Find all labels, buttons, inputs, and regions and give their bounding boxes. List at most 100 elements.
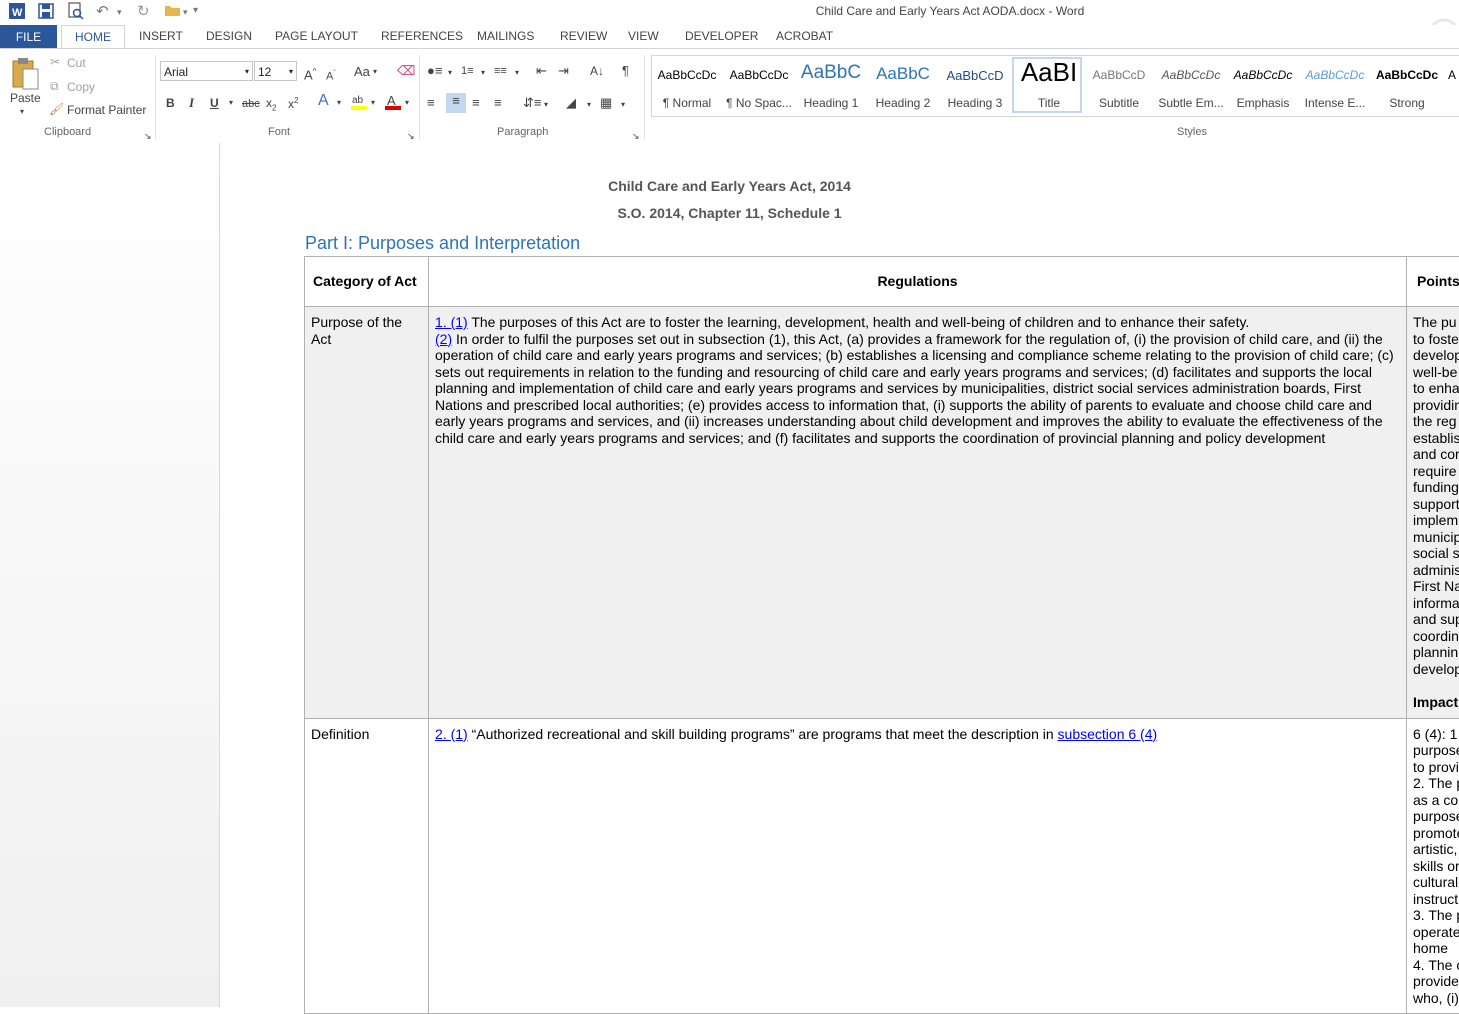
style-normal[interactable]: AaBbCcDc¶ Normal xyxy=(652,56,722,114)
numbering-icon[interactable]: 1≡ xyxy=(461,63,474,79)
decrease-indent-icon[interactable]: ⇤ xyxy=(536,63,547,79)
text-effects-icon[interactable]: A xyxy=(318,93,329,109)
align-right-icon[interactable]: ≡ xyxy=(472,95,480,111)
tab-mailings[interactable]: MAILINGS xyxy=(477,29,534,43)
paste-dropdown-icon[interactable]: ▾ xyxy=(20,107,24,116)
points-line: 4. The c xyxy=(1413,957,1459,974)
points-line: support xyxy=(1413,496,1459,513)
points-line: and cor xyxy=(1413,446,1459,463)
change-case-button[interactable]: Aa xyxy=(354,64,370,80)
tab-developer[interactable]: DEVELOPER xyxy=(685,29,758,43)
grow-font-icon[interactable]: A^ xyxy=(304,64,316,83)
align-left-icon[interactable]: ≡ xyxy=(427,95,435,111)
strikethrough-icon[interactable]: abc xyxy=(242,96,260,112)
superscript-icon[interactable]: x2 xyxy=(288,93,298,112)
points-line: require xyxy=(1413,463,1459,480)
cut-icon: ✂ xyxy=(50,55,60,69)
tab-references[interactable]: REFERENCES xyxy=(381,29,463,43)
chevron-down-icon[interactable]: ▾ xyxy=(245,62,249,82)
text-effects-dropdown-icon[interactable]: ▾ xyxy=(337,95,341,111)
tab-home[interactable]: HOME xyxy=(61,25,125,49)
font-color-icon[interactable]: A xyxy=(384,93,402,115)
font-name-combo[interactable]: Arial▾ xyxy=(160,61,253,81)
bold-icon[interactable]: B xyxy=(166,95,175,111)
style-label: Strong xyxy=(1372,96,1442,110)
tab-file[interactable]: FILE xyxy=(0,25,57,49)
font-size-value: 12 xyxy=(258,65,271,79)
subscript-icon[interactable]: x2 xyxy=(266,95,276,116)
style-label: Title xyxy=(1014,96,1084,110)
multilevel-list-icon[interactable]: ≡≡ xyxy=(494,63,507,79)
font-launcher-icon[interactable]: ↘ xyxy=(407,128,415,144)
tab-review[interactable]: REVIEW xyxy=(560,29,607,43)
format-painter-button[interactable]: Format Painter xyxy=(67,103,146,117)
impact-heading: Impact xyxy=(1413,694,1459,711)
style-title[interactable]: AaBITitle xyxy=(1012,57,1082,113)
points-line: to provi xyxy=(1413,759,1459,776)
style-heading-1[interactable]: AaBbCHeading 1 xyxy=(796,56,866,114)
clipboard-launcher-icon[interactable]: ↘ xyxy=(144,128,152,144)
show-formatting-icon[interactable]: ¶ xyxy=(622,63,629,79)
points-line: operate xyxy=(1413,924,1459,941)
numbering-dropdown-icon[interactable]: ▾ xyxy=(481,65,485,81)
style-intense-emphasis[interactable]: AaBbCcDcIntense E... xyxy=(1300,56,1370,114)
justify-icon[interactable]: ≡ xyxy=(494,95,502,111)
clear-formatting-icon[interactable]: ⌫ xyxy=(397,63,415,79)
points-line: implem xyxy=(1413,512,1459,529)
borders-dropdown-icon[interactable]: ▾ xyxy=(621,97,625,113)
subsection-link[interactable]: (2) xyxy=(435,331,452,347)
bullets-icon[interactable]: ●≡ xyxy=(427,63,442,79)
subsection-link[interactable]: subsection 6 (4) xyxy=(1058,726,1158,742)
style-label: Intense E... xyxy=(1300,96,1370,110)
align-center-icon[interactable]: ≡ xyxy=(446,93,466,113)
font-color-dropdown-icon[interactable]: ▾ xyxy=(405,95,409,111)
style-label: ¶ No Spac... xyxy=(724,96,794,110)
tab-view[interactable]: VIEW xyxy=(628,29,659,43)
style-heading-2[interactable]: AaBbCHeading 2 xyxy=(868,56,938,114)
underline-dropdown-icon[interactable]: ▾ xyxy=(229,95,233,111)
highlight-icon[interactable]: ab xyxy=(350,93,368,115)
act-table: Category of Act Regulations Points Purpo… xyxy=(304,256,1459,1014)
style-subtle-emphasis[interactable]: AaBbCcDcSubtle Em... xyxy=(1156,56,1226,114)
points-line: as a co xyxy=(1413,792,1459,809)
row-category: Definition xyxy=(305,718,429,1014)
style-heading-3[interactable]: AaBbCcDHeading 3 xyxy=(940,56,1010,114)
clipboard-group-label: Clipboard xyxy=(44,126,91,138)
paragraph-launcher-icon[interactable]: ↘ xyxy=(632,128,640,144)
tab-insert[interactable]: INSERT xyxy=(139,29,183,43)
copy-button[interactable]: Copy xyxy=(67,80,95,94)
style-strong[interactable]: AaBbCcDcStrong xyxy=(1372,56,1442,114)
sort-icon[interactable]: A↓ xyxy=(590,63,604,79)
shrink-font-icon[interactable]: Aˇ xyxy=(326,66,336,85)
section-link[interactable]: 1. (1) xyxy=(435,314,468,330)
tab-acrobat[interactable]: ACROBAT xyxy=(776,29,833,43)
style-no-spacing[interactable]: AaBbCcDc¶ No Spac... xyxy=(724,56,794,114)
multilevel-dropdown-icon[interactable]: ▾ xyxy=(515,65,519,81)
borders-icon[interactable]: ▦ xyxy=(600,95,612,111)
shading-icon[interactable]: ◢ xyxy=(566,95,576,111)
style-more-partial[interactable]: A xyxy=(1444,56,1459,114)
section-link[interactable]: 2. (1) xyxy=(435,726,468,742)
points-line: the reg xyxy=(1413,413,1459,430)
paste-button[interactable]: Paste xyxy=(10,91,41,105)
shading-dropdown-icon[interactable]: ▾ xyxy=(587,97,591,113)
tab-page-layout[interactable]: PAGE LAYOUT xyxy=(275,29,358,43)
font-size-combo[interactable]: 12 ▾ xyxy=(254,61,297,81)
styles-group-label: Styles xyxy=(1177,126,1207,138)
highlight-dropdown-icon[interactable]: ▾ xyxy=(371,95,375,111)
cut-button[interactable]: Cut xyxy=(67,56,86,70)
chevron-down-icon[interactable]: ▾ xyxy=(289,62,293,82)
points-line: coordin xyxy=(1413,628,1459,645)
tab-design[interactable]: DESIGN xyxy=(206,29,252,43)
points-line: 3. The p xyxy=(1413,907,1459,924)
bullets-dropdown-icon[interactable]: ▾ xyxy=(448,65,452,81)
change-case-dropdown-icon[interactable]: ▾ xyxy=(373,64,377,80)
line-spacing-icon[interactable]: ⇵≡ xyxy=(523,95,541,111)
line-spacing-dropdown-icon[interactable]: ▾ xyxy=(544,97,548,113)
underline-icon[interactable]: U xyxy=(210,95,219,111)
italic-icon[interactable]: I xyxy=(189,95,194,111)
style-emphasis[interactable]: AaBbCcDcEmphasis xyxy=(1228,56,1298,114)
window-title: Child Care and Early Years Act AODA.docx… xyxy=(0,4,1459,18)
increase-indent-icon[interactable]: ⇥ xyxy=(558,63,569,79)
style-subtitle[interactable]: AaBbCcDSubtitle xyxy=(1084,56,1154,114)
